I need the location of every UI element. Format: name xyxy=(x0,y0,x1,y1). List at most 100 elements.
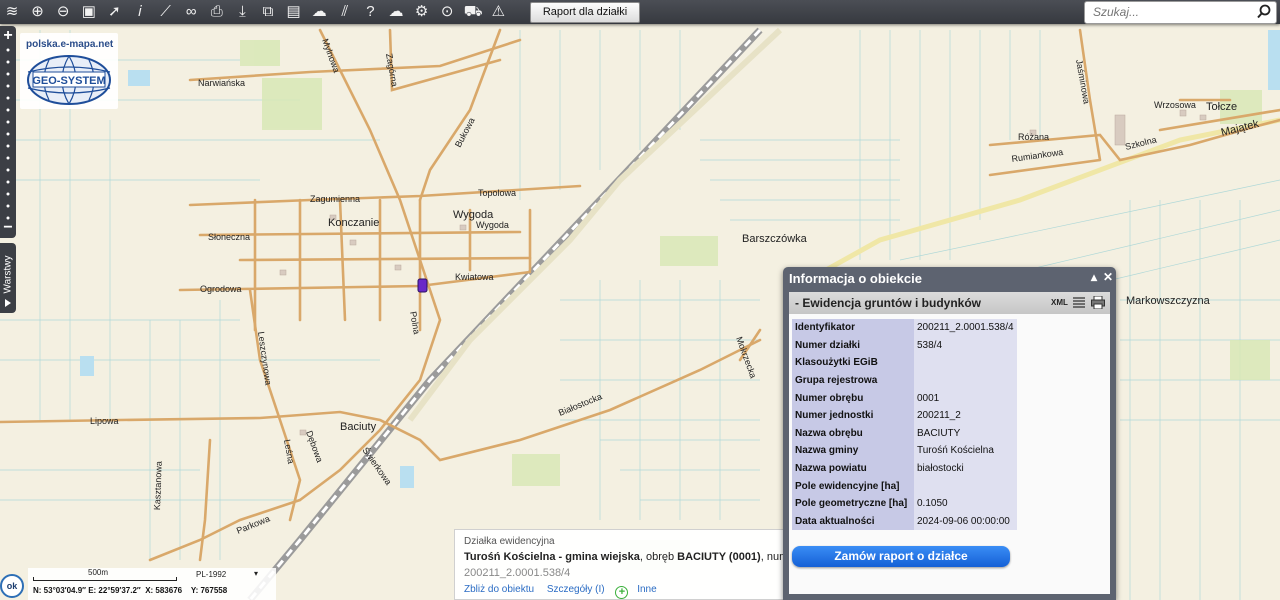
report-button[interactable]: Raport dla działki xyxy=(530,2,640,23)
place-label: Tołcze xyxy=(1206,101,1237,113)
attribute-row: Numer jednostki 200211_2 xyxy=(792,406,1017,425)
scale-bar xyxy=(33,577,177,581)
crs-select[interactable]: PL-1992 xyxy=(196,570,226,579)
help-icon[interactable]: ? xyxy=(361,3,379,21)
measure-icon[interactable]: ⟋ xyxy=(157,3,175,21)
street-label: Kwiatowa xyxy=(455,272,494,282)
zoom-out-icon[interactable]: ⊖ xyxy=(54,3,72,21)
attribute-value: białostocki xyxy=(914,459,1017,478)
parcel-description: Turośń Kościelna - gmina wiejska, obręb … xyxy=(464,551,788,563)
attribute-row: Nazwa obrębu BACIUTY xyxy=(792,424,1017,443)
geo-system-logo[interactable]: polska.e-mapa.net GEO-SYSTEM xyxy=(20,33,118,109)
chevron-down-icon[interactable]: ▾ xyxy=(254,569,258,578)
attribute-value: 200211_2.0001.538/4 xyxy=(914,319,1017,337)
attribute-row: Nazwa gminy Turośń Kościelna xyxy=(792,442,1017,460)
selected-parcel[interactable] xyxy=(417,278,428,293)
stripes-icon[interactable]: ⫽ xyxy=(336,3,354,21)
attributes-table: Identyfikator 200211_2.0001.538/4 Numer dz… xyxy=(792,319,1017,531)
attribute-value: 200211_2 xyxy=(914,406,1017,425)
attribute-value xyxy=(914,371,1017,390)
place-label: Konczanie xyxy=(328,217,379,229)
zoom-to-object-link[interactable]: Zbliż do obiektu xyxy=(464,584,534,595)
parcel-id: 200211_2.0001.538/4 xyxy=(464,567,571,579)
attribute-label: Data aktualności xyxy=(792,512,914,531)
place-label: Markowszczyzna xyxy=(1126,295,1211,307)
layout-icon[interactable]: ▤ xyxy=(285,3,303,21)
info-panel-body: - Ewidencja gruntów i budynków XML Ident… xyxy=(789,292,1110,594)
street-label: Wrzosowa xyxy=(1154,100,1196,110)
info-panel-title: Informacja o obiekcie xyxy=(789,271,922,286)
layers-tab[interactable]: Warstwy xyxy=(0,243,16,313)
attribute-label: Pole ewidencyjne [ha] xyxy=(792,477,914,495)
top-toolbar: ≋ ⊕ ⊖ ▣ ➚ 𝑖 ⟋ ∞ ⎙ ⤓ ⧉ ▤ ☁ ⫽? ☁ ⚙ ⊙ ⛟ ⚠ Raport dla działki xyxy=(0,0,1280,24)
zoom-slider[interactable] xyxy=(0,44,16,224)
attribute-value xyxy=(914,477,1017,495)
logo-brand: GEO-SYSTEM xyxy=(32,75,105,87)
street-label: Kasztanowa xyxy=(152,461,164,510)
other-link[interactable]: Inne xyxy=(637,584,656,595)
export-icon[interactable]: ⧉ xyxy=(259,3,277,21)
add-icon[interactable]: + xyxy=(615,586,629,599)
attribute-label: Pole geometryczne [ha] xyxy=(792,494,914,513)
scale-label: 500m xyxy=(88,568,109,577)
street-label: Zagumienna xyxy=(310,194,360,204)
attribute-label: Nazwa obrębu xyxy=(792,424,914,443)
attribute-label: Nazwa gminy xyxy=(792,442,914,460)
cloud-icon[interactable]: ☁ xyxy=(387,3,405,21)
parcel-obreb: BACIUTY (0001) xyxy=(677,551,761,563)
info-icon[interactable]: 𝑖 xyxy=(131,3,149,21)
zoom-extent-icon[interactable]: ▣ xyxy=(80,3,98,21)
zoom-out-button[interactable]: − xyxy=(0,220,16,236)
zoom-in-button[interactable]: + xyxy=(0,28,16,44)
street-label: Słoneczna xyxy=(208,232,250,242)
attribute-value: BACIUTY xyxy=(914,424,1017,443)
place-label: Wygoda xyxy=(453,209,494,221)
street-label: Różana xyxy=(1018,132,1049,142)
list-icon[interactable] xyxy=(1073,297,1085,309)
logo-url: polska.e-mapa.net xyxy=(26,39,114,50)
attribute-row: Identyfikator 200211_2.0001.538/4 xyxy=(792,319,1017,337)
attribute-row: Numer obrębu 0001 xyxy=(792,389,1017,407)
attribute-row: Data aktualności 2024-09-06 00:00:00 xyxy=(792,512,1017,531)
section-title: - Ewidencja gruntów i budynków xyxy=(795,296,982,310)
zoom-rail[interactable]: + − xyxy=(0,26,16,238)
download-icon[interactable]: ⤓ xyxy=(233,3,251,21)
layers-icon[interactable]: ≋ xyxy=(3,3,21,21)
search-input[interactable] xyxy=(1085,2,1253,21)
attribute-label: Klasoużytki EGiB xyxy=(792,354,914,372)
collapse-icon[interactable]: ▴ xyxy=(1091,270,1097,284)
search-box[interactable] xyxy=(1084,1,1277,24)
attribute-label: Numer działki xyxy=(792,336,914,355)
close-icon[interactable]: ✕ xyxy=(1103,270,1113,284)
details-link[interactable]: Szczegóły (I) xyxy=(547,584,605,595)
note-icon[interactable]: ☁ xyxy=(310,3,328,21)
attribute-label: Grupa rejestrowa xyxy=(792,371,914,390)
street-label: Ogrodowa xyxy=(200,284,242,294)
parcel-obreb-prefix: , obręb xyxy=(639,551,678,563)
attribute-label: Numer jednostki xyxy=(792,406,914,425)
link-icon[interactable]: ∞ xyxy=(182,3,200,21)
attribute-row: Pole ewidencyjne [ha] xyxy=(792,477,1017,495)
pointer-icon[interactable]: ➚ xyxy=(105,3,123,21)
globe-logo-icon: GEO-SYSTEM xyxy=(27,55,111,105)
section-header[interactable]: - Ewidencja gruntów i budynków XML xyxy=(789,292,1110,314)
street-label: Topolowa xyxy=(478,188,516,198)
print-icon[interactable] xyxy=(1091,296,1105,309)
object-info-panel: Informacja o obiekcie ▴ ✕ - Ewidencja gr… xyxy=(783,267,1116,600)
triangle-right-icon xyxy=(5,299,11,307)
attribute-row: Klasoużytki EGiB xyxy=(792,354,1017,372)
road-sign-icon[interactable]: ⚠ xyxy=(489,3,507,21)
print-icon[interactable]: ⎙ xyxy=(208,3,226,21)
xml-icon[interactable]: XML xyxy=(1051,298,1068,307)
attribute-label: Nazwa powiatu xyxy=(792,459,914,478)
street-label: Wygoda xyxy=(476,220,509,230)
ok-button[interactable]: ok xyxy=(0,574,24,598)
search-icon[interactable] xyxy=(1257,4,1272,19)
attribute-value: 0001 xyxy=(914,389,1017,407)
zoom-in-icon[interactable]: ⊕ xyxy=(29,3,47,21)
find-icon[interactable]: ⊙ xyxy=(438,3,456,21)
cart-icon[interactable]: ⛟ xyxy=(464,3,483,21)
settings-icon[interactable]: ⚙ xyxy=(413,3,431,21)
attribute-value xyxy=(914,354,1017,372)
order-report-button[interactable]: Zamów raport o działce xyxy=(792,546,1010,567)
